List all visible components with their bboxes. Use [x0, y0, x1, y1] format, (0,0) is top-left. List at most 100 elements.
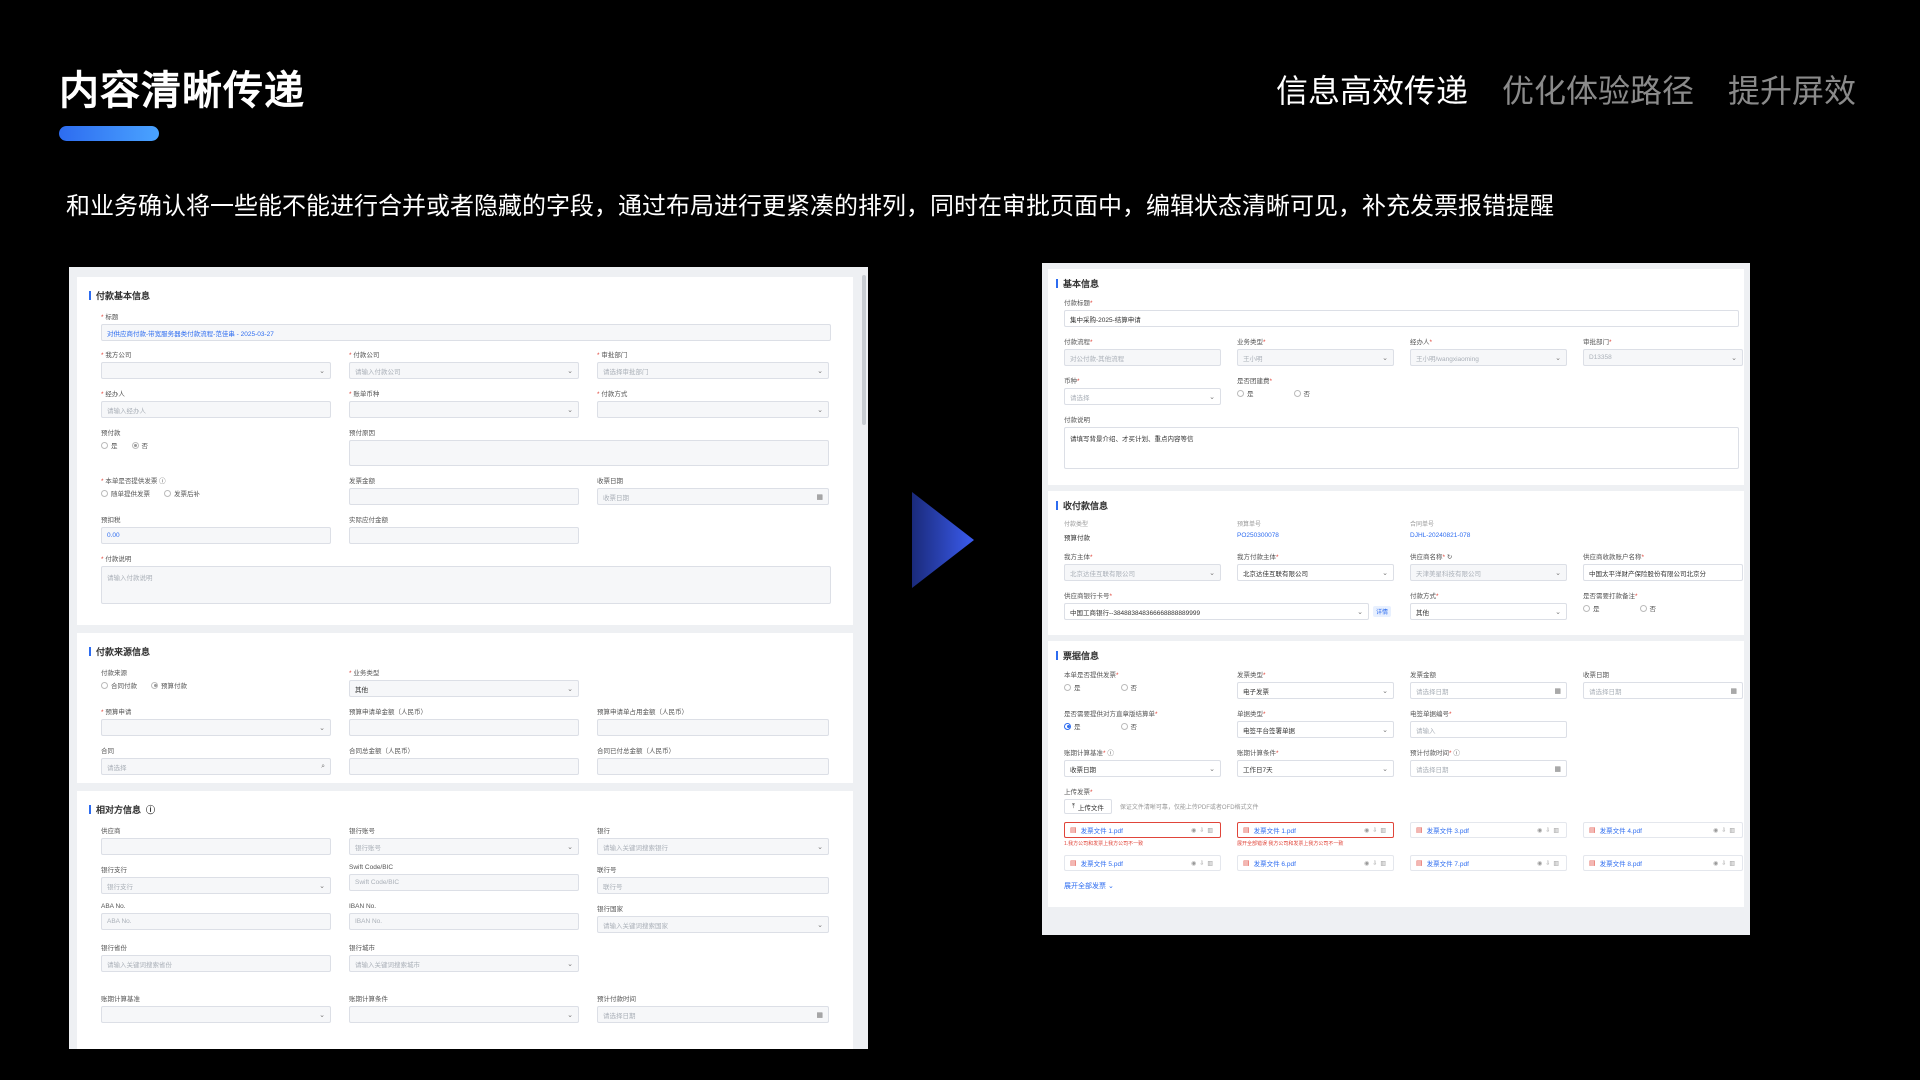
invoice-file-item[interactable]: ▤ 发票文件 1.pdf ◉⇩▥ 1.我方公司和发票上我方公司不一致 — [1064, 822, 1221, 847]
file-actions-icons[interactable]: ◉⇩▥ — [1364, 860, 1389, 867]
bank-select[interactable]: 请输入关键词搜索银行 ⌄ — [597, 838, 829, 855]
file-actions-icons[interactable]: ◉⇩▥ — [1364, 827, 1389, 834]
invoice-amount-input[interactable] — [349, 488, 579, 505]
bill-no-input[interactable]: 请输入 — [1410, 721, 1567, 738]
bill-type-select[interactable]: 电签平台签署单据 ⌄ — [1237, 721, 1394, 738]
chevron-down-icon: ⌄ — [1209, 765, 1215, 773]
file-actions-icons[interactable]: ◉⇩▥ — [1537, 860, 1562, 867]
subject-input[interactable]: 对供应商付款-带宽服务器类付款流程-范佳串 - 2025-03-27 — [101, 324, 831, 341]
dept-select-new[interactable]: D13358 ⌄ — [1583, 349, 1743, 366]
pay-company-select[interactable]: 请输入付款公司 ⌄ — [349, 362, 579, 379]
bank-branch-select[interactable]: 银行支行 ⌄ — [101, 877, 331, 894]
aba-input[interactable]: ABA No. — [101, 913, 331, 930]
upload-button[interactable]: ⤒ 上传文件 — [1064, 799, 1112, 814]
chevron-down-icon: ⌄ — [567, 960, 573, 968]
refresh-icon[interactable]: ↻ — [1447, 554, 1452, 561]
source-radio-group[interactable]: 合同付款 预算付款 — [101, 680, 331, 690]
iban-input[interactable]: IBAN No. — [349, 913, 579, 930]
help-icon: ⓘ — [1453, 750, 1460, 757]
settle-radio[interactable]: 是 否 — [1064, 721, 1221, 731]
period-base-select[interactable]: ⌄ — [101, 1006, 331, 1023]
bank-account-select[interactable]: 银行账号 ⌄ — [349, 838, 579, 855]
file-actions-icons[interactable]: ◉⇩▥ — [1537, 827, 1562, 834]
currency-select[interactable]: ⌄ — [349, 401, 579, 418]
pdf-file-icon: ▤ — [1243, 860, 1250, 867]
est-time-picker-new[interactable]: 请选择日期 ▦ — [1410, 760, 1567, 777]
period-cond-select-new[interactable]: 工作日7天 ⌄ — [1237, 760, 1394, 777]
actual-amount-input[interactable] — [349, 527, 579, 544]
new-form-panel: 基本信息 付款标题* 集中采购-2025-结算申请 付款流程* 对公付款-其他流程… — [1042, 263, 1750, 935]
invoice-provided-radio-new[interactable]: 是 否 — [1064, 682, 1221, 692]
chevron-down-icon: ⌄ — [319, 1011, 325, 1019]
handler-select-new[interactable]: 王小明/wangxiaoming ⌄ — [1410, 349, 1567, 366]
basic-info-card-new: 基本信息 付款标题* 集中采购-2025-结算申请 付款流程* 对公付款-其他流程… — [1048, 269, 1744, 485]
budget-request-select[interactable]: ⌄ — [101, 719, 331, 736]
biz-type-select-new[interactable]: 王小明 ⌄ — [1237, 349, 1394, 366]
file-actions-icons[interactable]: ◉⇩▥ — [1713, 827, 1738, 834]
nav-item-experience[interactable]: 优化体验路径 — [1502, 66, 1694, 112]
contract-paid-input[interactable] — [597, 758, 829, 775]
cnaps-input[interactable]: 联行号 — [597, 877, 829, 894]
prepay-reason-textarea[interactable] — [349, 440, 829, 466]
invoice-file-item[interactable]: ▤ 发票文件 3.pdf ◉⇩▥ — [1410, 822, 1567, 847]
bank-province-input[interactable]: 请输入关键词搜索省份 — [101, 955, 331, 972]
supplier-input[interactable] — [101, 838, 331, 855]
contract-search[interactable]: 请选择 ⌕ — [101, 758, 331, 775]
biz-type-select[interactable]: 其他 ⌄ — [349, 680, 579, 697]
nav-item-screen[interactable]: 提升屏效 — [1728, 66, 1856, 112]
invoice-provided-radio[interactable]: 随单提供发票 发票后补 — [101, 488, 331, 498]
invoice-file-item[interactable]: ▤ 发票文件 8.pdf ◉⇩▥ — [1583, 855, 1743, 871]
invoice-file-item[interactable]: ▤ 发票文件 4.pdf ◉⇩▥ — [1583, 822, 1743, 847]
supplier-name-select[interactable]: 天津美星科技有限公司 ⌄ — [1410, 564, 1567, 581]
handler-input[interactable]: 请输入经办人 — [101, 401, 331, 418]
pay-desc-textarea-new[interactable]: 请填写背景介绍、才买计划、重点内容等信 — [1064, 427, 1739, 469]
invoice-file-item[interactable]: ▤ 发票文件 1.pdf ◉⇩▥ 展开全部错误 我方公司和发票上我方公司不一致 — [1237, 822, 1394, 847]
currency-select-new[interactable]: 请选择 ⌄ — [1064, 388, 1221, 405]
invoice-type-select[interactable]: 电子发票 ⌄ — [1237, 682, 1394, 699]
invoice-amount-picker[interactable]: 请选择日期 ▦ — [1410, 682, 1567, 699]
swift-input[interactable]: Swift Code/BIC — [349, 874, 579, 891]
bank-card-select[interactable]: 中国工商银行--384883848366668888889999 ⌄ — [1064, 603, 1369, 620]
dept-select[interactable]: 请选择审批部门 ⌄ — [597, 362, 829, 379]
section-title-invoice: 票据信息 — [1056, 649, 1736, 662]
nav-item-efficient[interactable]: 信息高效传递 — [1276, 66, 1468, 112]
pay-method-select[interactable]: ⌄ — [597, 401, 829, 418]
budget-amount-input[interactable] — [349, 719, 579, 736]
pretax-input[interactable]: 0.00 — [101, 527, 331, 544]
invoice-card: 票据信息 本单是否提供发票* 是 否 发票类型* 电子发票 ⌄ 发票金额 请选择日期 ▦… — [1048, 641, 1744, 907]
our-entity-select[interactable]: 北京达佳互联有限公司 ⌄ — [1064, 564, 1221, 581]
invoice-file-item[interactable]: ▤ 发票文件 5.pdf ◉⇩▥ — [1064, 855, 1221, 871]
period-base-select-new[interactable]: 收票日期 ⌄ — [1064, 760, 1221, 777]
search-icon: ⌕ — [321, 762, 325, 770]
expand-errors-link[interactable]: 展开全部错误 — [1237, 841, 1267, 847]
file-actions-icons[interactable]: ◉⇩▥ — [1191, 860, 1216, 867]
detail-button[interactable]: 详情 — [1373, 606, 1392, 617]
period-cond-select[interactable]: ⌄ — [349, 1006, 579, 1023]
prepay-radio-group[interactable]: 是 否 — [101, 440, 331, 450]
expand-all-invoices-link[interactable]: 展开全部发票 ⌄ — [1064, 881, 1736, 891]
pdf-file-icon: ▤ — [1070, 860, 1077, 867]
pay-method-select-new[interactable]: 其他 ⌄ — [1410, 603, 1567, 620]
group-radio-new[interactable]: 是 否 — [1237, 388, 1394, 398]
contract-amount-input[interactable] — [349, 758, 579, 775]
flow-select[interactable]: 对公付款-其他流程 — [1064, 349, 1221, 366]
subject-input-new[interactable]: 集中采购-2025-结算申请 — [1064, 310, 1739, 327]
our-company-select[interactable]: ⌄ — [101, 362, 331, 379]
bank-city-select[interactable]: 请输入关键词搜索城市 ⌄ — [349, 955, 579, 972]
remark-radio[interactable]: 是 否 — [1583, 603, 1743, 613]
invoice-file-item[interactable]: ▤ 发票文件 7.pdf ◉⇩▥ — [1410, 855, 1567, 871]
supplier-account-input[interactable]: 中国太平洋财产保险股份有限公司北京分 — [1583, 564, 1743, 581]
invoice-file-item[interactable]: ▤ 发票文件 6.pdf ◉⇩▥ — [1237, 855, 1394, 871]
receipt-date-picker[interactable]: 收票日期 ▦ — [597, 488, 829, 505]
budget-no-link[interactable]: PO250300078 — [1237, 532, 1394, 539]
scrollbar[interactable] — [862, 275, 866, 425]
our-pay-entity-select[interactable]: 北京达佳互联有限公司 ⌄ — [1237, 564, 1394, 581]
contract-no-link[interactable]: DJHL-20240821-078 — [1410, 532, 1567, 539]
receipt-date-picker-new[interactable]: 请选择日期 ▦ — [1583, 682, 1743, 699]
file-actions-icons[interactable]: ◉⇩▥ — [1713, 860, 1738, 867]
budget-used-input[interactable] — [597, 719, 829, 736]
est-pay-date-picker[interactable]: 请选择日期 ▦ — [597, 1006, 829, 1023]
bank-country-select[interactable]: 请输入关键词搜索国家 ⌄ — [597, 916, 829, 933]
pay-desc-textarea[interactable]: 请输入付款说明 — [101, 566, 831, 604]
file-actions-icons[interactable]: ◉⇩▥ — [1191, 827, 1216, 834]
